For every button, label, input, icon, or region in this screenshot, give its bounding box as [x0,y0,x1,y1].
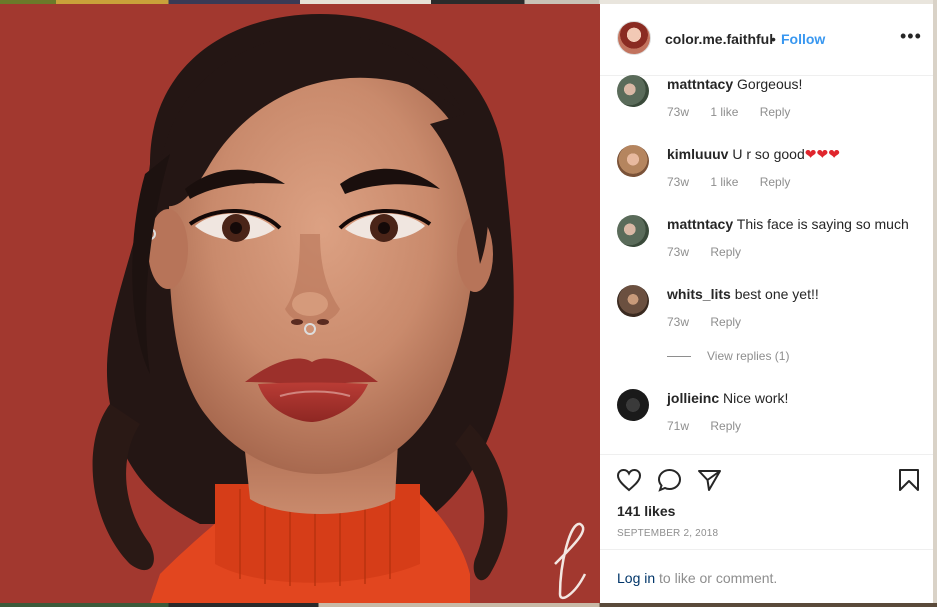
commenter-avatar[interactable] [617,215,649,247]
comment-meta: 73w 1 like Reply [667,175,808,189]
follow-button[interactable]: Follow [781,31,825,47]
post-sidebar: color.me.faithful • Follow ••• mattntacy… [600,4,933,603]
reply-button[interactable]: Reply [710,419,741,433]
comment-age[interactable]: 73w [667,245,689,259]
comment-age[interactable]: 71w [667,419,689,433]
post-image[interactable] [0,4,600,603]
comment-icon[interactable] [657,468,683,492]
comment-meta: 73w Reply [667,315,759,329]
comment-likes[interactable]: 1 like [710,105,738,119]
share-icon[interactable] [697,468,723,492]
reply-button[interactable]: Reply [710,315,741,329]
post-header: color.me.faithful • Follow ••• [600,4,933,76]
comment-item: mattntacy Gorgeous! 73w 1 like Reply [600,75,933,145]
comments-list[interactable]: mattntacy Gorgeous! 73w 1 like Reply kim… [600,75,933,453]
comment-text: mattntacy This face is saying so much [667,215,909,233]
comment-body: Gorgeous! [737,76,803,92]
comment-text: mattntacy Gorgeous! [667,75,802,93]
comment-text: whits_lits best one yet!! [667,285,819,303]
portrait-illustration [92,14,587,603]
comment-item: kimluuuv U r so good❤❤❤ 73w 1 like Reply [600,145,933,215]
comment-item: whits_lits best one yet!! 73w Reply [600,285,933,355]
comment-item: jollieinc Nice work! 71w Reply [600,389,933,453]
bookmark-icon[interactable] [897,468,921,492]
comment-age[interactable]: 73w [667,315,689,329]
commenter-username[interactable]: mattntacy [667,216,733,232]
commenter-avatar[interactable] [617,75,649,107]
commenter-username[interactable]: whits_lits [667,286,731,302]
comment-body: U r so good [732,146,805,162]
comment-likes[interactable]: 1 like [710,175,738,189]
commenter-avatar[interactable] [617,389,649,421]
author-username[interactable]: color.me.faithful [665,31,773,47]
view-replies-label: View replies (1) [707,349,790,363]
login-prompt: Log in to like or comment. [600,549,933,601]
post-date[interactable]: SEPTEMBER 2, 2018 [617,528,718,539]
login-rest-text: to like or comment. [655,570,778,586]
comment-age[interactable]: 73w [667,105,689,119]
more-options-icon[interactable]: ••• [900,26,922,47]
comment-body: This face is saying so much [736,216,909,232]
separator-dot: • [771,31,776,47]
commenter-avatar[interactable] [617,285,649,317]
background-strip-bottom [0,603,937,607]
comment-text: kimluuuv U r so good❤❤❤ [667,145,840,163]
login-text: Log in to like or comment. [617,570,777,586]
comment-text: jollieinc Nice work! [667,389,788,407]
background-strip-right [933,0,937,607]
comment-item: mattntacy This face is saying so much 73… [600,215,933,285]
likes-count[interactable]: 141 likes [617,503,675,519]
reply-button[interactable]: Reply [760,175,791,189]
author-avatar[interactable] [617,21,651,55]
reply-button[interactable]: Reply [760,105,791,119]
comment-meta: 73w 1 like Reply [667,105,808,119]
comment-age[interactable]: 73w [667,175,689,189]
commenter-avatar[interactable] [617,145,649,177]
heart-icon[interactable] [616,468,642,492]
reply-button[interactable]: Reply [710,245,741,259]
comment-body: Nice work! [723,390,789,406]
heart-emoji: ❤❤❤ [804,146,840,162]
login-link[interactable]: Log in [617,570,655,586]
comment-meta: 73w Reply [667,245,759,259]
comment-body: best one yet!! [734,286,819,302]
commenter-username[interactable]: kimluuuv [667,146,728,162]
comment-meta: 71w Reply [667,419,759,433]
replies-divider-line [667,356,691,358]
view-replies-button[interactable]: View replies (1) [667,349,789,363]
post-actions: 141 likes SEPTEMBER 2, 2018 Log in to li… [600,454,933,600]
commenter-username[interactable]: mattntacy [667,76,733,92]
commenter-username[interactable]: jollieinc [667,390,719,406]
